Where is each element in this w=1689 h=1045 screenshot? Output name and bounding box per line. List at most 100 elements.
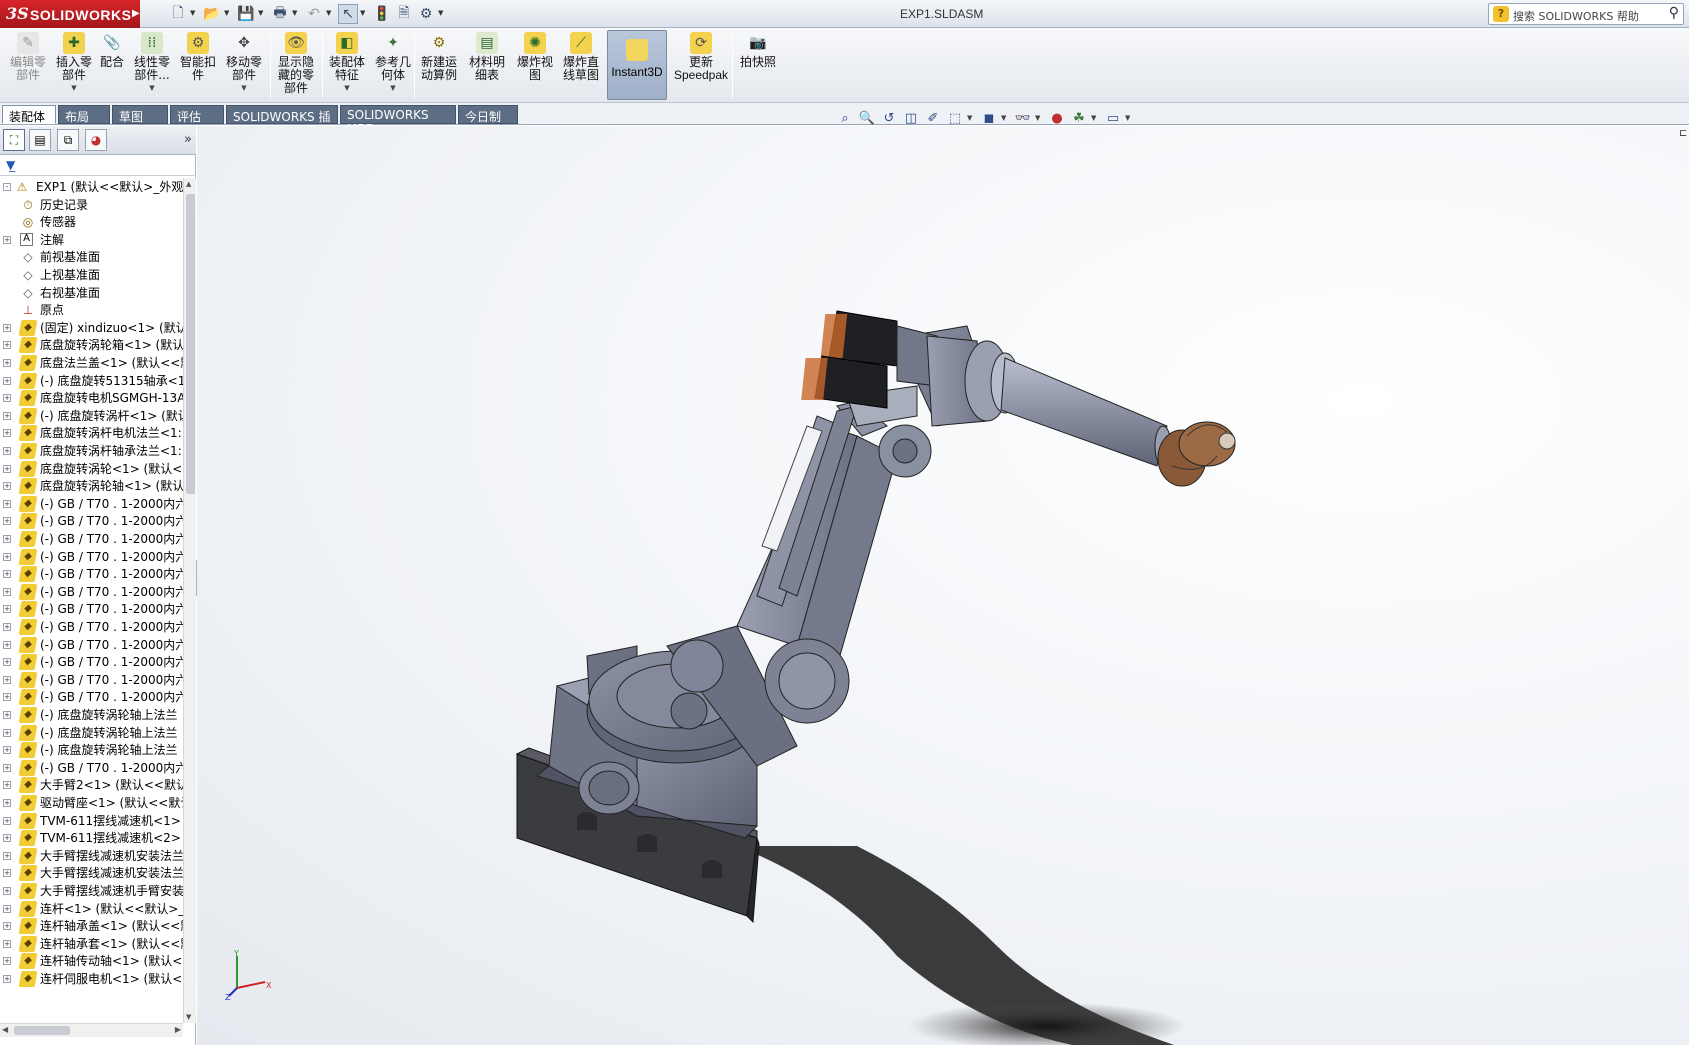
dynamic-annotation-icon[interactable]: ✐ [923, 108, 943, 128]
expand-icon[interactable]: + [3, 499, 11, 508]
tree-item-part[interactable]: + ◆ 大手臂摆线减速机安装法兰 [0, 847, 183, 865]
help-search-box[interactable]: ? 搜索 SOLIDWORKS 帮助 ⚲ [1488, 3, 1684, 25]
view-settings-dropdown-icon[interactable]: ▼ [1125, 114, 1130, 122]
tree-item-part[interactable]: + ◆ TVM-611摆线减速机<2> [0, 829, 183, 847]
insert-component-button[interactable]: ✚ 插入零 部件 ▼ [52, 30, 96, 100]
tree-item-root[interactable]: - ⚠ EXP1 (默认<<默认>_外观 [0, 178, 183, 196]
hide-show-dropdown-icon[interactable]: ▼ [1035, 114, 1040, 122]
tree-item-history[interactable]: ⏱ 历史记录 [0, 196, 183, 214]
scroll-thumb[interactable] [186, 194, 195, 494]
tree-item-part[interactable]: + ◆ 驱动臂座<1> (默认<<默认 [0, 794, 183, 812]
expand-icon[interactable]: + [3, 975, 11, 983]
tree-item-part[interactable]: + ◆ (-) 底盘旋转涡轮轴上法兰 [0, 724, 183, 742]
tree-item-plane[interactable]: ◇ 上视基准面 [0, 266, 183, 284]
expand-icon[interactable]: + [3, 323, 11, 332]
tree-item-part[interactable]: + ◆ 底盘法兰盖<1> (默认<<默 [0, 354, 183, 372]
tree-item-part[interactable]: + ◆ 大手臂2<1> (默认<<默认 [0, 776, 183, 794]
tab-sketch[interactable]: 草图 [112, 105, 168, 124]
expand-panel-icon[interactable]: » [184, 132, 192, 147]
expand-icon[interactable]: + [3, 605, 11, 614]
select-dropdown-icon[interactable]: ▼ [360, 9, 365, 17]
display-style-icon[interactable]: ◼ [979, 108, 999, 128]
expand-icon[interactable]: + [3, 746, 11, 755]
new-motion-study-button[interactable]: ⚙ 新建运 动算例 [416, 30, 462, 100]
collapse-icon[interactable]: - [3, 183, 11, 191]
task-pane-toggle-icon[interactable]: ⊏ [1679, 128, 1689, 144]
expand-icon[interactable]: + [3, 341, 11, 350]
display-manager-icon[interactable]: ◕ [85, 129, 107, 151]
zoom-to-fit-icon[interactable]: ⌕ [835, 108, 855, 128]
new-dropdown-icon[interactable]: ▼ [190, 9, 195, 17]
smart-fasteners-button[interactable]: ⚙ 智能扣 件 [176, 30, 220, 100]
mate-button[interactable]: 📎 配合 [96, 30, 128, 100]
tree-item-part[interactable]: + ◆ 底盘旋转涡轮轴<1> (默认 [0, 477, 183, 495]
undo-icon[interactable]: ↶ [304, 4, 324, 24]
tree-item-part[interactable]: + ◆ (-) GB / T70 . 1-2000内六 [0, 688, 183, 706]
tree-item-part[interactable]: + ◆ 底盘旋转涡杆电机法兰<1: [0, 424, 183, 442]
view-orientation-icon[interactable]: ⬚ [945, 108, 965, 128]
expand-icon[interactable]: + [3, 235, 11, 244]
tree-item-part[interactable]: + ◆ 底盘旋转电机SGMGH-13A [0, 389, 183, 407]
tab-evaluate[interactable]: 评估 [170, 105, 224, 124]
expand-icon[interactable]: + [3, 394, 11, 403]
apply-scene-icon[interactable]: ☘ [1069, 108, 1089, 128]
reference-geometry-dropdown-icon[interactable]: ▼ [370, 82, 416, 95]
expand-icon[interactable]: + [3, 711, 11, 719]
tree-item-part[interactable]: + ◆ (-) GB / T70 . 1-2000内六 [0, 600, 183, 618]
tree-item-part[interactable]: + ◆ 底盘旋转涡杆轴承法兰<1: [0, 442, 183, 460]
print-icon[interactable]: 🖶 [270, 4, 290, 24]
expand-icon[interactable]: + [3, 675, 11, 684]
tree-item-part[interactable]: + ◆ (-) GB / T70 . 1-2000内六 [0, 671, 183, 689]
search-icon[interactable]: ⚲ [1669, 5, 1679, 21]
linear-pattern-dropdown-icon[interactable]: ▼ [130, 82, 174, 95]
display-style-dropdown-icon[interactable]: ▼ [1001, 114, 1006, 122]
tree-item-part[interactable]: + ◆ (-) GB / T70 . 1-2000内六 [0, 530, 183, 548]
tree-item-part[interactable]: + ◆ 连杆伺服电机<1> (默认< [0, 970, 183, 988]
tree-item-plane[interactable]: ◇ 前视基准面 [0, 248, 183, 266]
expand-icon[interactable]: + [3, 658, 11, 667]
tree-item-part[interactable]: + ◆ (-) GB / T70 . 1-2000内六 [0, 495, 183, 513]
help-search-input[interactable]: 搜索 SOLIDWORKS 帮助 [1513, 8, 1639, 24]
options-dropdown-icon[interactable]: ▼ [438, 9, 443, 17]
tree-item-part[interactable]: + ◆ 连杆<1> (默认<<默认>_ [0, 900, 183, 918]
graphics-area[interactable]: ⊏ Y X Z [197, 126, 1689, 1045]
expand-icon[interactable]: + [3, 869, 11, 878]
exploded-view-button[interactable]: ✺ 爆炸视 图 [512, 30, 558, 100]
assembly-features-button[interactable]: ◧ 装配体 特征 ▼ [324, 30, 370, 100]
scroll-right-icon[interactable]: ▶ [175, 1025, 181, 1034]
feature-manager-icon[interactable]: ⛶ [3, 129, 25, 151]
tree-item-annotation[interactable]: + A 注解 [0, 231, 183, 249]
new-icon[interactable]: 🗋 [168, 4, 188, 24]
tree-item-part[interactable]: + ◆ TVM-611摆线减速机<1> [0, 812, 183, 830]
open-icon[interactable]: 📂 [202, 4, 222, 24]
scroll-left-icon[interactable]: ◀ [2, 1025, 8, 1034]
tree-item-part[interactable]: + ◆ (-) GB / T70 . 1-2000内六 [0, 512, 183, 530]
expand-icon[interactable]: + [3, 623, 11, 631]
file-properties-icon[interactable]: 🗎 [394, 4, 414, 24]
move-component-dropdown-icon[interactable]: ▼ [222, 82, 266, 95]
expand-icon[interactable]: + [3, 570, 11, 579]
tree-item-part[interactable]: + ◆ 底盘旋转涡轮<1> (默认< [0, 460, 183, 478]
assembly-features-dropdown-icon[interactable]: ▼ [324, 82, 370, 95]
tab-solidworks-mbd[interactable]: SOLIDWORKS MBD [340, 105, 456, 136]
solidworks-logo[interactable]: 3S SOLIDWORKS ▶ [0, 0, 140, 28]
bill-of-materials-button[interactable]: ▤ 材料明 细表 [464, 30, 510, 100]
tree-vertical-scrollbar[interactable]: ▲ ▼ [183, 178, 196, 1023]
move-component-button[interactable]: ✥ 移动零 部件 ▼ [222, 30, 266, 100]
expand-icon[interactable]: + [3, 728, 11, 737]
expand-icon[interactable]: + [3, 887, 11, 895]
help-icon[interactable]: ? [1493, 6, 1509, 22]
tree-filter[interactable]: ▼̲ [0, 156, 196, 176]
expand-icon[interactable]: + [3, 763, 11, 772]
previous-view-icon[interactable]: ↺ [879, 108, 899, 128]
tree-item-part[interactable]: + ◆ (-) GB / T70 . 1-2000内六 [0, 636, 183, 654]
tree-item-part[interactable]: + ◆ (-) GB / T70 . 1-2000内六 [0, 548, 183, 566]
expand-icon[interactable]: + [3, 851, 11, 860]
insert-component-dropdown-icon[interactable]: ▼ [52, 82, 96, 95]
expand-icon[interactable]: + [3, 781, 11, 790]
tree-item-origin[interactable]: ⊥ 原点 [0, 301, 183, 319]
expand-icon[interactable]: + [3, 904, 11, 913]
explode-line-sketch-button[interactable]: ⟋ 爆炸直 线草图 [558, 30, 604, 100]
tab-assembly[interactable]: 装配体 [2, 105, 56, 124]
expand-icon[interactable]: + [3, 535, 11, 543]
